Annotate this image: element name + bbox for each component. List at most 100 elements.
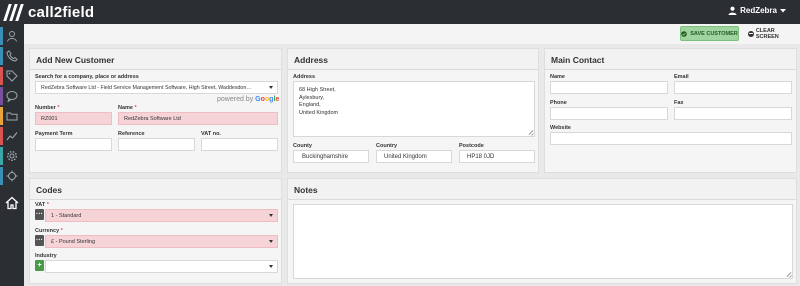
address-panel-header: Address — [288, 49, 538, 70]
clear-icon — [748, 30, 754, 37]
powered-by-google: powered by Google — [217, 96, 279, 103]
industry-label: Industry — [35, 253, 57, 259]
user-icon — [728, 6, 737, 15]
chevron-down-icon — [269, 214, 273, 217]
folder-icon — [6, 112, 18, 121]
sidebar-item-contacts[interactable] — [0, 26, 24, 46]
postcode-field[interactable]: HP18 0JD — [459, 150, 535, 163]
vat-value: 1 - Standard — [51, 213, 82, 219]
fax-field[interactable] — [674, 107, 792, 120]
sidebar-item-home[interactable] — [0, 192, 24, 214]
website-field[interactable] — [550, 132, 792, 145]
industry-select[interactable] — [45, 260, 278, 273]
address-line: 68 High Street, — [299, 87, 336, 93]
reference-label: Reference — [118, 131, 145, 137]
resize-grip-icon[interactable] — [786, 272, 791, 277]
company-search-input[interactable]: RedZebra Software Ltd - Field Service Ma… — [35, 81, 278, 94]
clear-screen-button[interactable]: CLEAR SCREEN — [748, 26, 798, 41]
save-customer-label: SAVE CUSTOMER — [690, 30, 738, 37]
sidebar-item-messages[interactable] — [0, 86, 24, 106]
sidebar-item-settings[interactable] — [0, 146, 24, 166]
currency-select[interactable]: £ - Pound Sterling — [45, 235, 278, 248]
sidebar-item-locate[interactable] — [0, 166, 24, 186]
crosshair-icon — [6, 170, 18, 182]
resize-grip-icon[interactable] — [528, 130, 533, 135]
contact-name-label: Name — [550, 74, 565, 80]
postcode-label: Postcode — [459, 143, 484, 149]
panel-title: Main Contact — [551, 55, 605, 65]
main-contact-panel-header: Main Contact — [545, 49, 796, 70]
powered-by-label: powered by — [217, 96, 254, 103]
notes-panel-header: Notes — [288, 179, 796, 200]
website-label: Website — [550, 125, 571, 131]
address-line: United Kingdom — [299, 109, 339, 116]
name-value: RedZebra Software Ltd — [124, 116, 181, 122]
user-name: RedZebra — [740, 6, 777, 15]
save-customer-button[interactable]: SAVE CUSTOMER — [680, 26, 739, 41]
google-logo: Google — [255, 96, 280, 103]
more-icon: ··· — [36, 211, 43, 218]
county-field[interactable]: Buckinghamshire — [293, 150, 369, 163]
sidebar-item-calls[interactable] — [0, 46, 24, 66]
contact-name-field[interactable] — [550, 81, 668, 94]
phone-icon — [6, 50, 18, 62]
top-bar: call2field RedZebra — [0, 0, 800, 24]
county-value: Buckinghamshire — [302, 154, 349, 160]
number-field[interactable]: RZ001 — [35, 112, 112, 125]
address-textarea[interactable]: 68 High Street, Aylesbury, England, Unit… — [293, 81, 535, 137]
panel-title: Notes — [294, 185, 318, 195]
chevron-down-icon — [780, 8, 786, 12]
notes-textarea[interactable] — [293, 204, 793, 279]
user-icon — [7, 31, 17, 42]
currency-lookup-button[interactable]: ··· — [35, 235, 44, 246]
chevron-down-icon — [269, 265, 273, 268]
country-label: Country — [376, 143, 398, 149]
sidebar — [0, 24, 24, 286]
vat-label: VAT * — [35, 202, 49, 208]
address-label: Address — [293, 74, 316, 80]
county-label: County — [293, 143, 312, 149]
gear-icon — [6, 150, 18, 162]
country-field[interactable]: United Kingdom — [376, 150, 452, 163]
brand-logo[interactable]: call2field — [3, 3, 95, 21]
country-value: United Kingdom — [384, 154, 427, 160]
email-label: Email — [674, 74, 689, 80]
fax-label: Fax — [674, 100, 684, 106]
clear-screen-label: CLEAR SCREEN — [755, 27, 779, 40]
currency-label: Currency * — [35, 228, 63, 234]
sidebar-item-files[interactable] — [0, 106, 24, 126]
postcode-value: HP18 0JD — [467, 154, 495, 160]
home-icon — [5, 196, 19, 210]
vat-lookup-button[interactable]: ··· — [35, 209, 44, 220]
add-industry-button[interactable]: + — [35, 260, 44, 271]
name-label: Name * — [118, 105, 137, 111]
customer-panel-header: Add New Customer — [30, 49, 281, 70]
customer-panel: Add New Customer — [29, 48, 282, 173]
address-line: England, — [299, 102, 321, 108]
number-value: RZ001 — [41, 116, 58, 122]
plus-icon: + — [37, 262, 42, 269]
save-icon — [681, 30, 688, 37]
panel-title: Codes — [36, 185, 62, 195]
user-menu[interactable]: RedZebra — [728, 6, 786, 15]
vat-no-field[interactable] — [201, 138, 278, 151]
vat-select[interactable]: 1 - Standard — [45, 209, 278, 222]
chevron-down-icon — [269, 240, 273, 243]
phone-label: Phone — [550, 100, 567, 106]
name-field[interactable]: RedZebra Software Ltd — [118, 112, 278, 125]
email-field[interactable] — [674, 81, 792, 94]
brand-name: call2field — [28, 3, 95, 21]
sidebar-item-reports[interactable] — [0, 126, 24, 146]
codes-panel-header: Codes — [30, 179, 281, 200]
sidebar-item-tags[interactable] — [0, 66, 24, 86]
address-line: Aylesbury, — [299, 94, 325, 101]
reference-field[interactable] — [118, 138, 195, 151]
zebra-logo-icon — [3, 3, 24, 21]
search-label: Search for a company, place or address — [35, 74, 139, 80]
phone-field[interactable] — [550, 107, 668, 120]
vat-no-label: VAT no. — [201, 131, 221, 137]
panel-title: Add New Customer — [36, 55, 115, 65]
tag-icon — [6, 70, 18, 82]
chat-icon — [6, 91, 18, 102]
payment-term-field[interactable] — [35, 138, 112, 151]
